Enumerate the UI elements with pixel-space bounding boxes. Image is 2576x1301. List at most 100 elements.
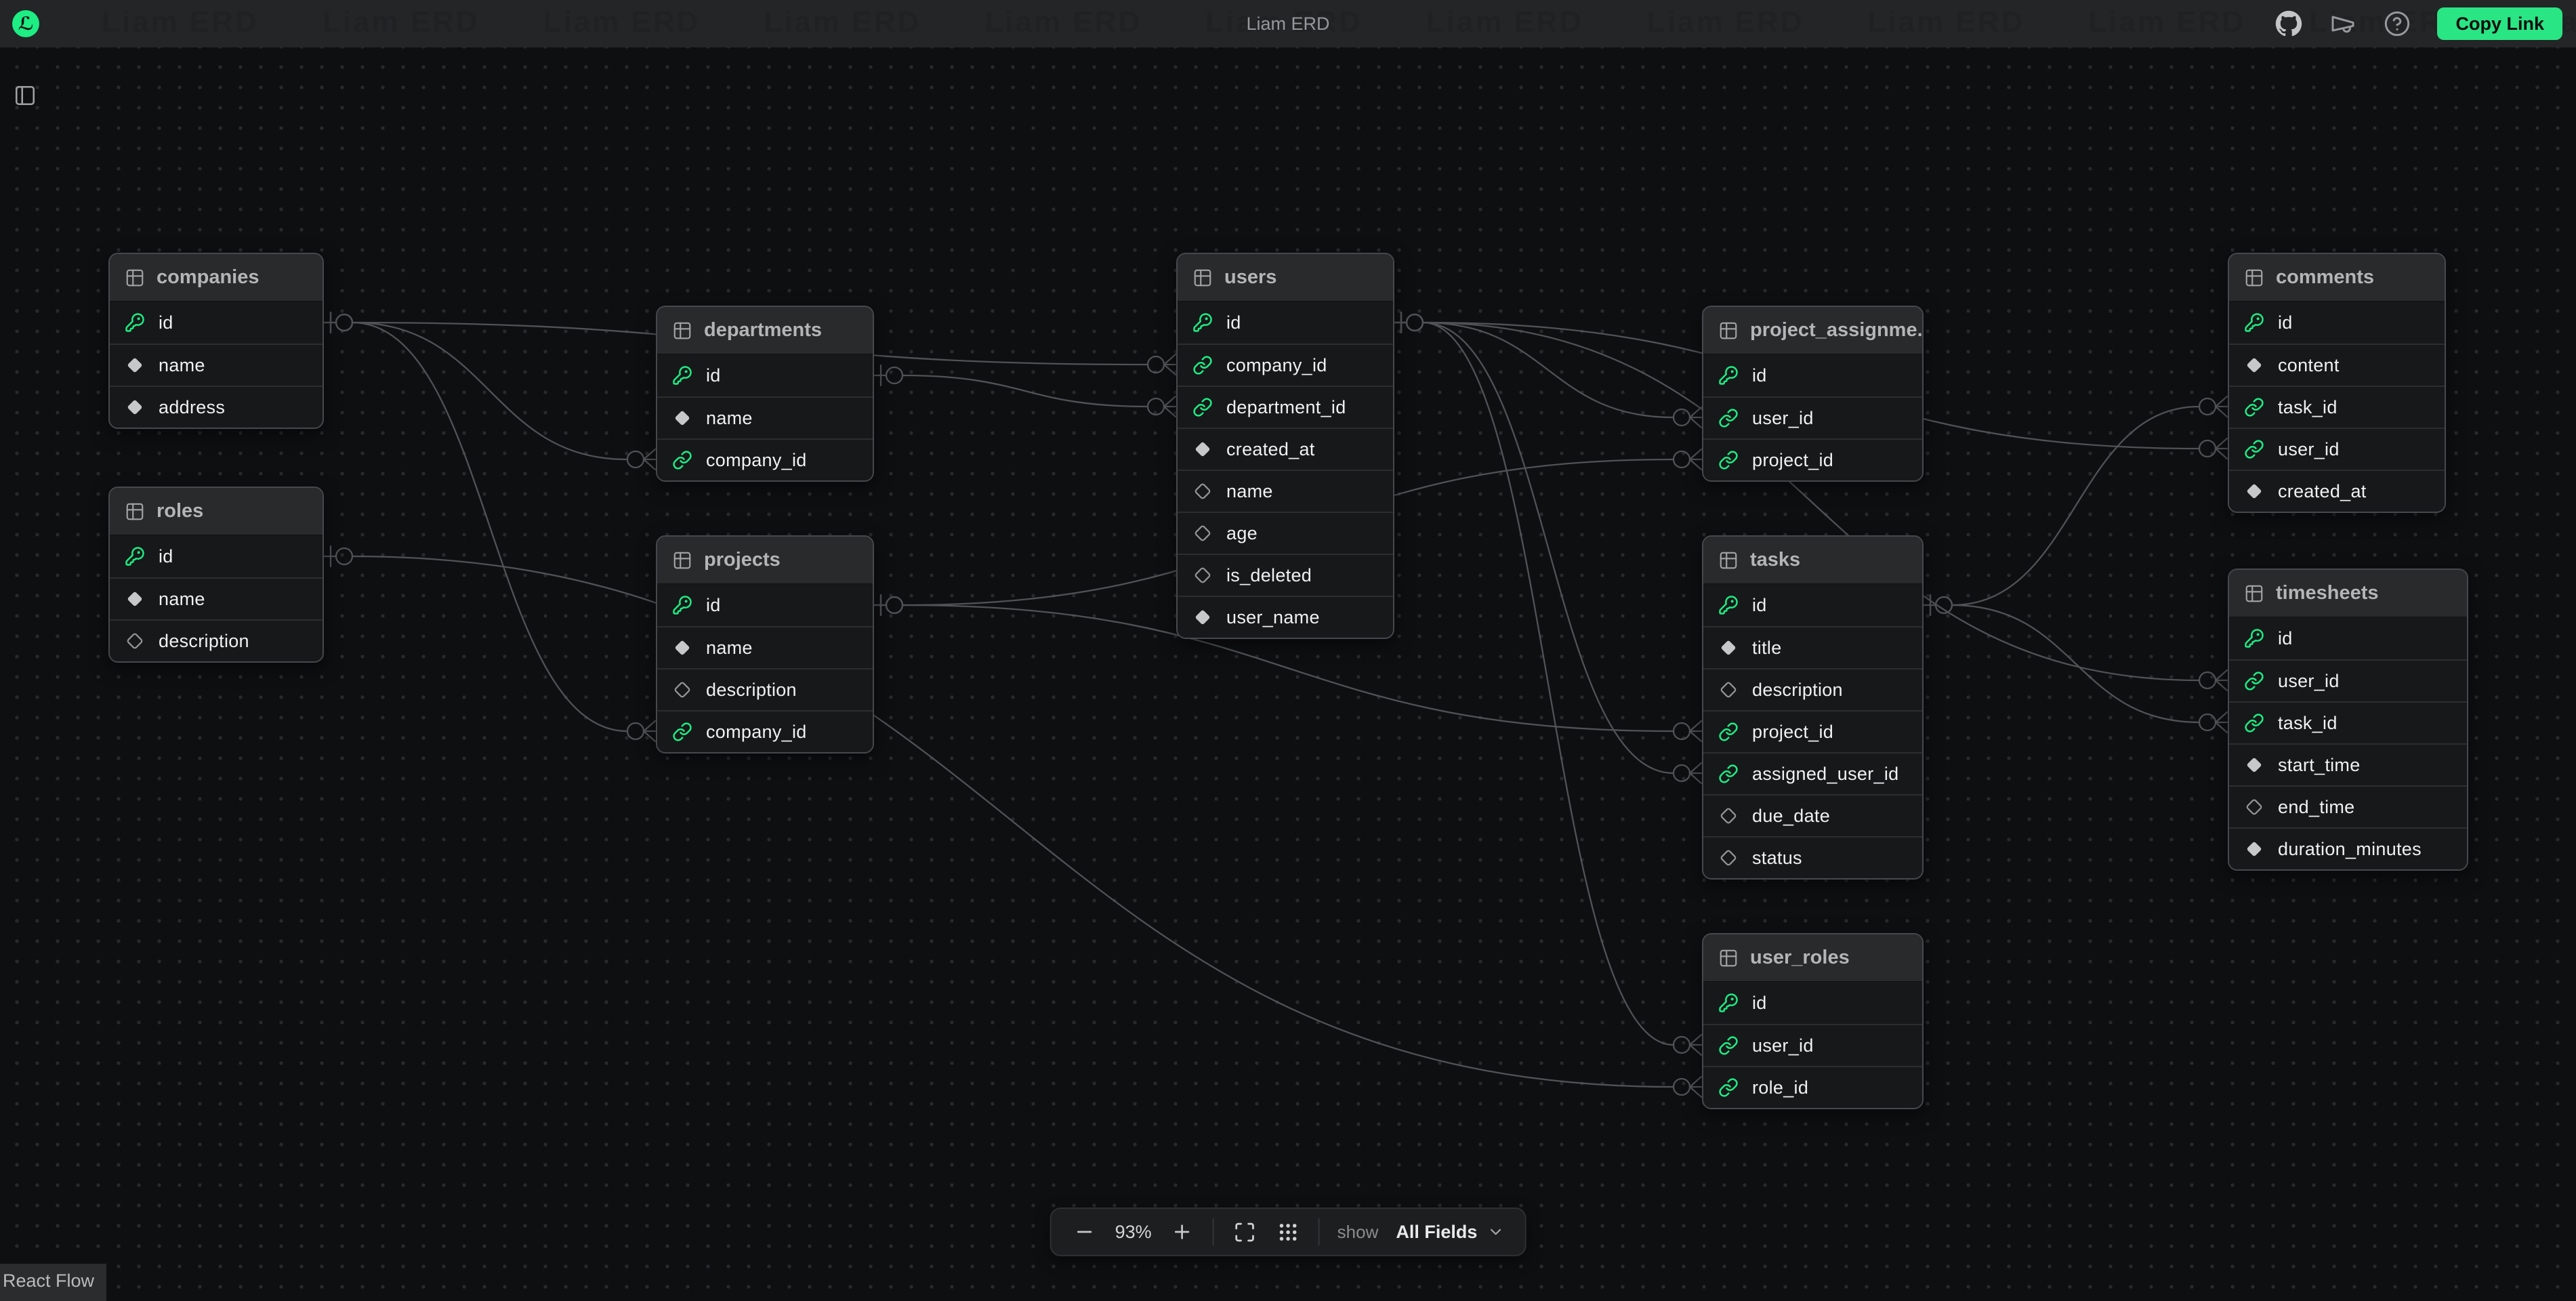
nullable-diamond-icon: [1192, 523, 1213, 543]
field-row-tasks-id[interactable]: id: [1703, 584, 1922, 626]
field-name: content: [2278, 355, 2340, 376]
field-row-comments-content[interactable]: content: [2229, 344, 2445, 386]
table-tasks[interactable]: tasksidtitledescriptionproject_idassigne…: [1702, 535, 1924, 880]
field-row-tasks-due_date[interactable]: due_date: [1703, 794, 1922, 836]
field-row-project_assignments-user_id[interactable]: user_id: [1703, 396, 1922, 438]
copy-link-button[interactable]: Copy Link: [2437, 7, 2562, 40]
table-header-comments[interactable]: comments: [2229, 254, 2445, 302]
field-name: is_deleted: [1226, 565, 1312, 586]
field-row-users-user_name[interactable]: user_name: [1178, 596, 1393, 638]
field-row-roles-name[interactable]: name: [110, 577, 323, 619]
field-row-comments-user_id[interactable]: user_id: [2229, 428, 2445, 470]
field-row-timesheets-duration_minutes[interactable]: duration_minutes: [2229, 827, 2467, 869]
field-name: project_id: [1752, 450, 1833, 471]
primary-key-icon: [125, 312, 145, 333]
table-timesheets[interactable]: timesheetsiduser_idtask_id start_time end_…: [2228, 569, 2468, 871]
field-row-timesheets-end_time[interactable]: end_time: [2229, 785, 2467, 827]
nullable-diamond-icon: [1718, 806, 1739, 826]
field-row-timesheets-start_time[interactable]: start_time: [2229, 743, 2467, 785]
primary-key-icon: [672, 365, 692, 386]
field-name: id: [706, 365, 721, 386]
field-row-projects-id[interactable]: id: [657, 584, 873, 626]
field-row-roles-description[interactable]: description: [110, 619, 323, 661]
field-row-comments-id[interactable]: id: [2229, 302, 2445, 344]
panel-left-toggle-icon[interactable]: [14, 84, 37, 107]
field-row-comments-task_id[interactable]: task_id: [2229, 386, 2445, 428]
field-row-users-age[interactable]: age: [1178, 512, 1393, 554]
table-projects[interactable]: projects id namedescriptioncompany_id: [656, 535, 874, 753]
table-header-project_assignments[interactable]: project_assignme...: [1703, 307, 1922, 354]
field-row-user_roles-id[interactable]: id: [1703, 982, 1922, 1024]
table-users[interactable]: users idcompany_id department_id created_at…: [1176, 253, 1394, 639]
table-header-user_roles[interactable]: user_roles: [1703, 934, 1922, 982]
react-flow-attribution[interactable]: React Flow: [0, 1264, 106, 1301]
field-row-comments-created_at[interactable]: created_at: [2229, 470, 2445, 512]
foreign-key-link-icon: [1718, 408, 1739, 428]
field-row-project_assignments-project_id[interactable]: project_id: [1703, 438, 1922, 480]
field-row-users-company_id[interactable]: company_id: [1178, 344, 1393, 386]
not-null-diamond-icon: [125, 397, 145, 417]
field-row-roles-id[interactable]: id: [110, 535, 323, 577]
github-icon[interactable]: [2274, 9, 2303, 38]
table-companies[interactable]: companiesidnameaddress: [108, 253, 324, 429]
table-roles[interactable]: rolesidnamedescription: [108, 487, 324, 663]
field-row-users-id[interactable]: id: [1178, 302, 1393, 344]
field-row-user_roles-user_id[interactable]: user_id: [1703, 1024, 1922, 1066]
field-row-timesheets-id[interactable]: id: [2229, 617, 2467, 659]
field-name: id: [706, 595, 721, 616]
field-row-departments-company_id[interactable]: company_id: [657, 438, 873, 480]
field-row-timesheets-task_id[interactable]: task_id: [2229, 701, 2467, 743]
field-row-project_assignments-id[interactable]: id: [1703, 354, 1922, 396]
field-row-tasks-status[interactable]: status: [1703, 836, 1922, 878]
not-null-diamond-icon: [2244, 755, 2264, 775]
table-comments[interactable]: commentsid content task_iduser_idcreated_a…: [2228, 253, 2446, 513]
nullable-diamond-icon: [1192, 481, 1213, 501]
field-row-users-name[interactable]: name: [1178, 470, 1393, 512]
table-header-tasks[interactable]: tasks: [1703, 537, 1922, 584]
table-name: users: [1224, 266, 1276, 289]
field-row-timesheets-user_id[interactable]: user_id: [2229, 659, 2467, 701]
field-row-user_roles-role_id[interactable]: role_id: [1703, 1066, 1922, 1108]
table-user_roles[interactable]: user_rolesid user_idrole_id: [1702, 933, 1924, 1109]
field-row-tasks-assigned_user_id[interactable]: assigned_user_id: [1703, 752, 1922, 794]
field-row-users-department_id[interactable]: department_id: [1178, 386, 1393, 428]
table-departments[interactable]: departments id namecompany_id: [656, 306, 874, 482]
table-header-projects[interactable]: projects: [657, 537, 873, 584]
fit-view-icon[interactable]: [1232, 1219, 1258, 1245]
field-name: created_at: [1226, 439, 1315, 460]
field-row-users-created_at[interactable]: created_at: [1178, 428, 1393, 470]
tidy-up-icon[interactable]: [1275, 1219, 1301, 1245]
table-header-departments[interactable]: departments: [657, 307, 873, 354]
foreign-key-link-icon: [1718, 722, 1739, 742]
field-row-tasks-title[interactable]: title: [1703, 626, 1922, 668]
field-row-departments-name[interactable]: name: [657, 396, 873, 438]
megaphone-icon[interactable]: [2329, 9, 2357, 38]
table-header-companies[interactable]: companies: [110, 254, 323, 302]
field-name: id: [1752, 993, 1767, 1014]
field-row-users-is_deleted[interactable]: is_deleted: [1178, 554, 1393, 596]
field-row-departments-id[interactable]: id: [657, 354, 873, 396]
field-row-tasks-project_id[interactable]: project_id: [1703, 710, 1922, 752]
field-row-tasks-description[interactable]: description: [1703, 668, 1922, 710]
field-row-projects-company_id[interactable]: company_id: [657, 710, 873, 752]
help-icon[interactable]: [2383, 9, 2411, 38]
field-row-companies-id[interactable]: id: [110, 302, 323, 344]
table-header-users[interactable]: users: [1178, 254, 1393, 302]
table-project_assignments[interactable]: project_assignme...iduser_id project_id: [1702, 306, 1924, 482]
field-row-projects-name[interactable]: name: [657, 626, 873, 668]
field-name: start_time: [2278, 755, 2361, 776]
liam-logo[interactable]: ℒ: [12, 10, 39, 37]
field-row-projects-description[interactable]: description: [657, 668, 873, 710]
table-icon: [1718, 550, 1739, 571]
zoom-out-button[interactable]: [1072, 1219, 1098, 1245]
table-header-timesheets[interactable]: timesheets: [2229, 570, 2467, 617]
table-header-roles[interactable]: roles: [110, 488, 323, 535]
field-row-companies-address[interactable]: address: [110, 386, 323, 428]
field-name: department_id: [1226, 397, 1346, 418]
primary-key-icon: [2244, 312, 2264, 333]
field-row-companies-name[interactable]: name: [110, 344, 323, 386]
not-null-diamond-icon: [2244, 355, 2264, 375]
diagram-canvas[interactable]: [0, 47, 2576, 1294]
zoom-in-button[interactable]: [1169, 1219, 1195, 1245]
fields-filter-dropdown[interactable]: All Fields: [1396, 1222, 1504, 1243]
